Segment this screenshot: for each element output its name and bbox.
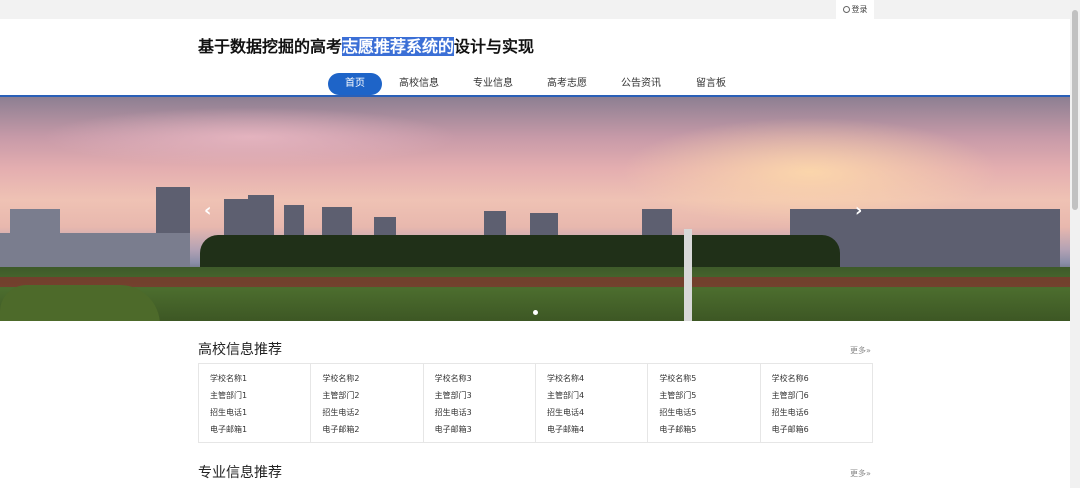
- chevron-left-icon[interactable]: ‹: [204, 202, 216, 220]
- banner-building: [284, 205, 304, 239]
- nav-item-home[interactable]: 首页: [328, 73, 382, 95]
- college-card[interactable]: 学校名称6 主管部门6 招生电话6 电子邮箱6: [761, 364, 872, 442]
- carousel-indicator-dot[interactable]: [533, 310, 538, 315]
- login-label: 登录: [851, 5, 868, 14]
- user-circle-icon: [842, 6, 850, 13]
- banner-building: [156, 187, 190, 239]
- college-email: 电子邮箱6: [771, 425, 809, 434]
- nav-item-majors[interactable]: 专业信息: [466, 73, 520, 95]
- site-title-selected-text: 志愿推荐系统的: [342, 37, 455, 56]
- college-dept: 主管部门4: [546, 391, 585, 400]
- college-email: 电子邮箱1: [210, 425, 248, 434]
- college-dept: 主管部门5: [659, 391, 697, 400]
- college-name: 学校名称5: [659, 374, 697, 383]
- college-email: 电子邮箱2: [322, 425, 360, 434]
- banner-bush: [0, 285, 160, 321]
- college-phone: 招生电话3: [434, 408, 472, 417]
- banner-light-pole: [684, 229, 692, 321]
- college-phone: 招生电话4: [546, 408, 585, 417]
- banner-cloud: [40, 107, 460, 167]
- banner-track: [0, 277, 1070, 287]
- college-dept: 主管部门1: [210, 391, 248, 400]
- scrollbar-thumb[interactable]: [1072, 10, 1078, 210]
- major-more-link[interactable]: 更多»: [850, 468, 871, 479]
- college-dept: 主管部门6: [771, 391, 809, 400]
- college-card[interactable]: 学校名称2 主管部门2 招生电话2 电子邮箱2: [311, 364, 424, 442]
- college-card-list: 学校名称1 主管部门1 招生电话1 电子邮箱1 学校名称2 主管部门2 招生电话…: [198, 363, 873, 443]
- college-more-link[interactable]: 更多»: [850, 345, 871, 356]
- college-phone: 招生电话5: [659, 408, 697, 417]
- college-card[interactable]: 学校名称4 主管部门4 招生电话4 电子邮箱4: [536, 364, 649, 442]
- major-section-title: 专业信息推荐: [198, 465, 282, 481]
- login-link[interactable]: 登录: [836, 0, 874, 19]
- college-name: 学校名称2: [322, 374, 360, 383]
- college-phone: 招生电话1: [210, 408, 248, 417]
- college-card[interactable]: 学校名称5 主管部门5 招生电话5 电子邮箱5: [648, 364, 761, 442]
- page-scrollbar[interactable]: [1070, 0, 1080, 488]
- college-section-title: 高校信息推荐: [198, 342, 282, 358]
- banner-building: [224, 199, 250, 239]
- site-title-part-3: 设计与实现: [454, 37, 535, 56]
- nav-item-announcements[interactable]: 公告资讯: [614, 73, 668, 95]
- college-name: 学校名称1: [210, 374, 248, 383]
- top-utility-bar: [0, 0, 1070, 19]
- college-dept: 主管部门2: [322, 391, 360, 400]
- college-dept: 主管部门3: [434, 391, 472, 400]
- college-phone: 招生电话6: [771, 408, 809, 417]
- college-name: 学校名称3: [434, 374, 472, 383]
- nav-item-applications[interactable]: 高考志愿: [540, 73, 594, 95]
- college-card[interactable]: 学校名称1 主管部门1 招生电话1 电子邮箱1: [199, 364, 312, 442]
- college-name: 学校名称6: [771, 374, 809, 383]
- college-email: 电子邮箱5: [659, 425, 697, 434]
- chevron-right-icon[interactable]: ›: [855, 202, 867, 220]
- college-phone: 招生电话2: [322, 408, 360, 417]
- college-card[interactable]: 学校名称3 主管部门3 招生电话3 电子邮箱3: [424, 364, 536, 442]
- college-email: 电子邮箱4: [546, 425, 585, 434]
- main-nav: 首页 高校信息 专业信息 高考志愿 公告资讯 留言板: [0, 73, 1070, 95]
- nav-item-message-board[interactable]: 留言板: [684, 73, 738, 95]
- banner-building: [248, 195, 274, 239]
- banner-carousel[interactable]: ‹ ›: [0, 97, 1070, 321]
- college-email: 电子邮箱3: [434, 425, 472, 434]
- site-title-part-1: 基于数据挖掘的高考: [198, 37, 343, 56]
- nav-item-colleges[interactable]: 高校信息: [392, 73, 446, 95]
- college-name: 学校名称4: [546, 374, 585, 383]
- site-title: 基于数据挖掘的高考志愿推荐系统的设计与实现: [198, 36, 534, 58]
